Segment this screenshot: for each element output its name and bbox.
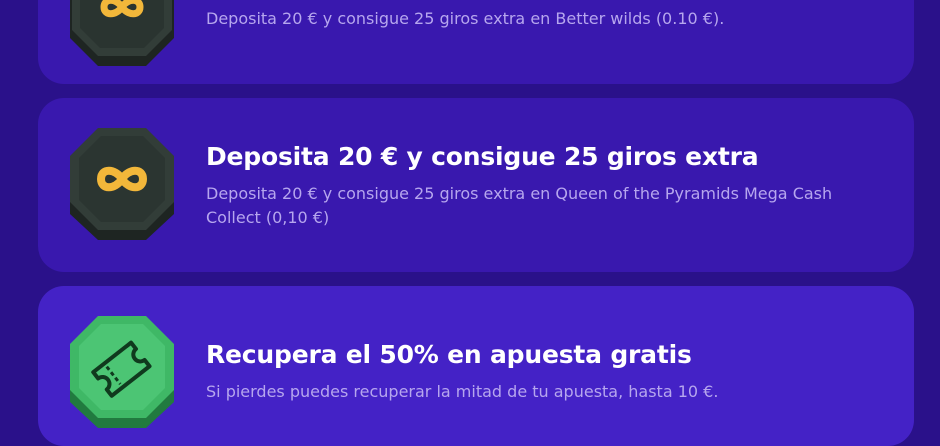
offer-description: Deposita 20 € y consigue 25 giros extra … (206, 184, 833, 227)
offer-title: Recupera el 50% en apuesta gratis (206, 340, 692, 369)
offer-description: Si pierdes puedes recuperar la mitad de … (206, 382, 719, 401)
offer-description: Deposita 20 € y consigue 25 giros extra … (206, 9, 725, 28)
offer-title: Deposita 20 € y consigue 25 giros extra (206, 142, 759, 171)
offer-card[interactable]: Deposita 20 € y consigue 25 giros extra … (38, 98, 914, 272)
offer-card[interactable]: Deposita 20 € y consigue 25 giros extra … (38, 0, 914, 84)
offer-badge (64, 314, 180, 430)
ticket-icon (70, 316, 174, 428)
infinity-icon (70, 128, 174, 240)
offer-badge (64, 126, 180, 242)
offer-badge (64, 0, 180, 70)
infinity-icon (70, 0, 174, 66)
offer-card[interactable]: Recupera el 50% en apuesta gratis Si pie… (38, 286, 914, 446)
